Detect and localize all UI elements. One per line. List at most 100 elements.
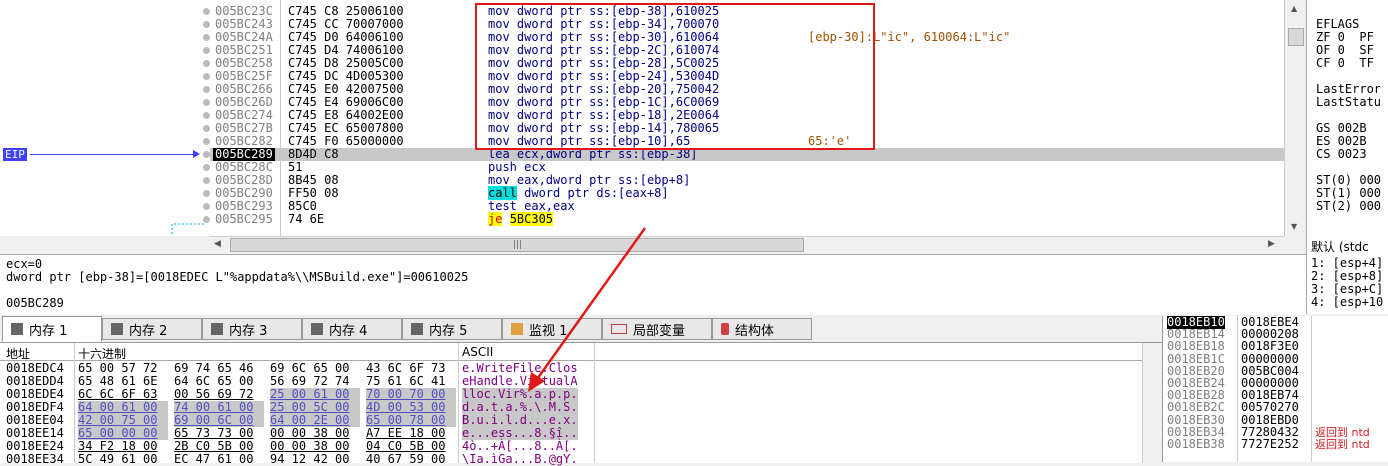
dump-hex-group: 94 12 42 00 — [270, 452, 350, 466]
call-arg-line: 2: [esp+8] — [1311, 269, 1384, 283]
memory-icon — [111, 323, 123, 335]
jump-line-icon — [171, 223, 204, 236]
disasm-instruction: je 5BC305 — [488, 212, 554, 226]
tab-6[interactable]: 监视 1 — [502, 318, 602, 340]
breakpoint-dot-icon[interactable] — [203, 8, 210, 15]
dump-vertical-scrollbar[interactable] — [1142, 343, 1163, 463]
eip-arrow-head-icon — [193, 150, 200, 158]
highlight-annotation-box — [475, 3, 875, 150]
disasm-bytes: 74 6E — [288, 212, 325, 226]
breakpoint-dot-icon[interactable] — [203, 138, 210, 145]
disasm-row[interactable]: 005BC290 FF50 08 call dword ptr ds:[eax+8] — [210, 186, 1284, 200]
tab-label: 监视 1 — [529, 323, 568, 339]
call-keyword: call — [488, 186, 517, 200]
dump-address: 0018EE34 — [6, 452, 64, 466]
stack-address: 0018EB38 — [1167, 437, 1225, 451]
calling-convention-select[interactable]: 默认 (stdc — [1311, 238, 1369, 255]
tab-label: 结构体 — [735, 323, 775, 339]
breakpoint-dot-icon[interactable] — [203, 99, 210, 106]
disassembly-view[interactable]: 005BC23C C745 C8 25006100 mov dword ptr ss… — [0, 0, 1284, 236]
breakpoint-dot-icon[interactable] — [203, 151, 210, 158]
tab-1[interactable]: 内存 1 — [2, 316, 102, 342]
breakpoint-dot-icon[interactable] — [203, 190, 210, 197]
tab-5[interactable]: 内存 5 — [402, 318, 502, 340]
breakpoint-dot-icon[interactable] — [203, 164, 210, 171]
struct-icon — [721, 323, 729, 335]
breakpoint-dot-icon[interactable] — [203, 34, 210, 41]
call-arg-line: 4: [esp+10 — [1311, 295, 1384, 309]
stack-view[interactable]: 0018EB10 0018EBE4 0018EB14 00000208 0018EB18… — [1162, 316, 1388, 462]
tab-label: 内存 2 — [129, 323, 168, 339]
tab-label: 内存 1 — [29, 323, 68, 339]
memory-dump-view[interactable]: 地址 十六进制 ASCII 0018EDC4 65 00 57 72 69 74 6… — [0, 342, 1163, 466]
eip-label: EIP — [3, 148, 27, 161]
scroll-thumb[interactable] — [1288, 28, 1304, 46]
register-panel: EFLAGS ZF 0 PF OF 0 SF CF 0 TF LastError Last… — [1306, 0, 1388, 236]
watch-icon — [511, 323, 523, 335]
breakpoint-dot-icon[interactable] — [203, 21, 210, 28]
info-line-2: dword ptr [ebp-38]=[0018EDEC L"%appdata%… — [6, 270, 469, 284]
dump-row[interactable]: 0018EE34 5C 49 61 00 EC 47 61 00 94 12 42 0… — [0, 453, 596, 466]
scroll-down-icon[interactable]: ▼ — [1291, 222, 1297, 231]
eip-arrow-icon — [30, 154, 196, 155]
stack-col-divider — [1311, 316, 1312, 462]
locals-icon — [611, 324, 627, 334]
info-panel: ecx=0 dword ptr [ebp-38]=[0018EDEC L"%ap… — [0, 254, 1306, 315]
breakpoint-dot-icon[interactable] — [203, 86, 210, 93]
scroll-up-icon[interactable]: ▲ — [1291, 4, 1297, 13]
info-line-1: ecx=0 — [6, 257, 43, 271]
horizontal-scroll-thumb[interactable]: ||| — [230, 238, 804, 252]
breakpoint-dot-icon[interactable] — [203, 60, 210, 67]
scroll-right-icon[interactable]: ▶ — [1268, 239, 1275, 249]
stack-comment: 返回到 ntd — [1315, 438, 1370, 451]
tab-4[interactable]: 内存 4 — [302, 318, 402, 340]
info-line-3: 005BC289 — [6, 296, 64, 310]
tab-7[interactable]: 局部变量 — [602, 318, 712, 340]
jump-gutter — [0, 0, 210, 236]
register-line: LastStatu — [1316, 95, 1382, 109]
tab-label: 内存 4 — [329, 323, 368, 339]
stack-col-divider — [1237, 316, 1238, 462]
disasm-row[interactable]: 005BC293 85C0 test eax,eax — [210, 200, 1284, 213]
disasm-row[interactable]: 005BC295 74 6E je 5BC305 — [210, 212, 1284, 226]
breakpoint-dot-icon[interactable] — [203, 73, 210, 80]
breakpoint-dot-icon[interactable] — [203, 216, 210, 223]
stack-row[interactable]: 0018EB38 7727E252 返回到 ntd — [1163, 437, 1388, 452]
breakpoint-dot-icon[interactable] — [203, 125, 210, 132]
call-arg-line: 1: [esp+4] — [1311, 256, 1384, 270]
disassembly-vertical-scrollbar[interactable]: ▲ ▼ — [1284, 0, 1307, 236]
disasm-row[interactable]: 005BC28D 8B45 08 mov eax,dword ptr ss:[ebp… — [210, 174, 1284, 187]
breakpoint-dot-icon[interactable] — [203, 47, 210, 54]
dump-header-ascii[interactable]: ASCII — [462, 345, 493, 359]
disasm-address: 005BC295 — [215, 212, 273, 226]
breakpoint-dot-icon[interactable] — [203, 177, 210, 184]
stack-comment: 返回到 ntd — [1315, 425, 1370, 439]
scroll-left-icon[interactable]: ◀ — [214, 239, 221, 249]
tab-8[interactable]: 结构体 — [712, 318, 812, 340]
call-args-panel: 默认 (stdc 1: [esp+4] 2: [esp+8] 3: [esp+C] 4… — [1306, 236, 1388, 314]
call-arg-line: 3: [esp+C] — [1311, 282, 1384, 296]
memory-icon — [411, 323, 423, 335]
je-keyword: je — [488, 212, 503, 226]
tab-label: 内存 5 — [429, 323, 468, 339]
register-line: CF 0 TF — [1316, 56, 1374, 70]
breakpoint-dot-icon[interactable] — [203, 112, 210, 119]
tab-label: 局部变量 — [633, 323, 686, 339]
register-line: ST(2) 000 — [1316, 199, 1382, 213]
breakpoint-dot-icon[interactable] — [203, 203, 210, 210]
dump-ascii: \Ia.ìGa...B.@gY. — [462, 452, 578, 466]
disasm-row[interactable]: 005BC28C 51 push ecx — [210, 161, 1284, 174]
dump-hex-group: 5C 49 61 00 — [78, 452, 158, 466]
dump-hex-group: 40 67 59 00 — [366, 452, 446, 466]
tab-label: 内存 3 — [229, 323, 268, 339]
dump-hex-group: EC 47 61 00 — [174, 452, 254, 466]
memory-icon — [211, 323, 223, 335]
jump-target: 5BC305 — [509, 212, 554, 226]
grip-icon: ||| — [513, 240, 523, 250]
bottom-tab-bar: 内存 1 内存 2 内存 3 内存 4 内存 5 监视 1 局部变量 结构体 — [0, 316, 1162, 342]
tab-3[interactable]: 内存 3 — [202, 318, 302, 340]
tab-2[interactable]: 内存 2 — [102, 318, 202, 340]
register-line: CS 0023 — [1316, 147, 1367, 161]
stack-value: 7727E252 — [1241, 437, 1299, 451]
memory-icon — [311, 323, 323, 335]
